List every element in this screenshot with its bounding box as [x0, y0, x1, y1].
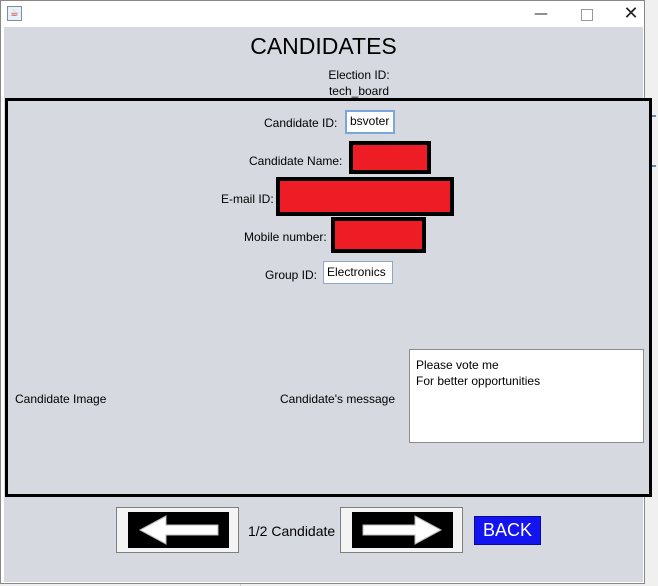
maximize-button[interactable] — [564, 1, 610, 27]
candidates-window: ☕ — ✕ CANDIDATES Election ID: tech_board… — [0, 0, 652, 584]
candidate-message-label: Candidate's message — [280, 392, 396, 406]
election-id-value: tech_board — [328, 84, 390, 98]
right-arrow-icon — [352, 512, 453, 548]
email-redacted — [276, 177, 454, 216]
page-title: CANDIDATES — [250, 33, 397, 59]
minimize-button[interactable]: — — [518, 1, 564, 27]
candidate-id-label: Candidate ID: — [264, 116, 338, 130]
next-candidate-button[interactable] — [340, 507, 463, 553]
candidate-details-panel: Candidate ID: bsvoter Candidate Name: E-… — [5, 98, 652, 497]
content-area: CANDIDATES Election ID: tech_board Candi… — [4, 27, 652, 582]
mobile-redacted — [331, 217, 426, 253]
candidate-message-box[interactable]: Please vote me For better opportunities — [409, 349, 644, 443]
candidate-name-label: Candidate Name: — [249, 154, 343, 168]
close-button[interactable]: ✕ — [608, 1, 654, 27]
election-id-label: Election ID: — [328, 68, 390, 82]
candidate-image-label: Candidate Image — [15, 392, 107, 406]
previous-candidate-button[interactable] — [116, 507, 239, 553]
java-icon: ☕ — [7, 6, 22, 21]
title-bar: ☕ — ✕ — [1, 1, 644, 27]
candidate-id-field[interactable]: bsvoter — [345, 110, 395, 134]
back-button[interactable]: BACK — [474, 516, 541, 545]
candidate-name-redacted — [349, 141, 431, 174]
message-line: For better opportunities — [416, 374, 541, 388]
message-line: Please vote me — [416, 358, 499, 372]
maximize-icon — [581, 9, 593, 21]
email-label: E-mail ID: — [221, 192, 274, 206]
mobile-label: Mobile number: — [244, 230, 327, 244]
left-arrow-icon — [128, 512, 229, 548]
group-id-label: Group ID: — [265, 268, 318, 282]
group-id-field[interactable]: Electronics — [323, 261, 393, 284]
page-indicator: 1/2 Candidate — [248, 523, 336, 539]
